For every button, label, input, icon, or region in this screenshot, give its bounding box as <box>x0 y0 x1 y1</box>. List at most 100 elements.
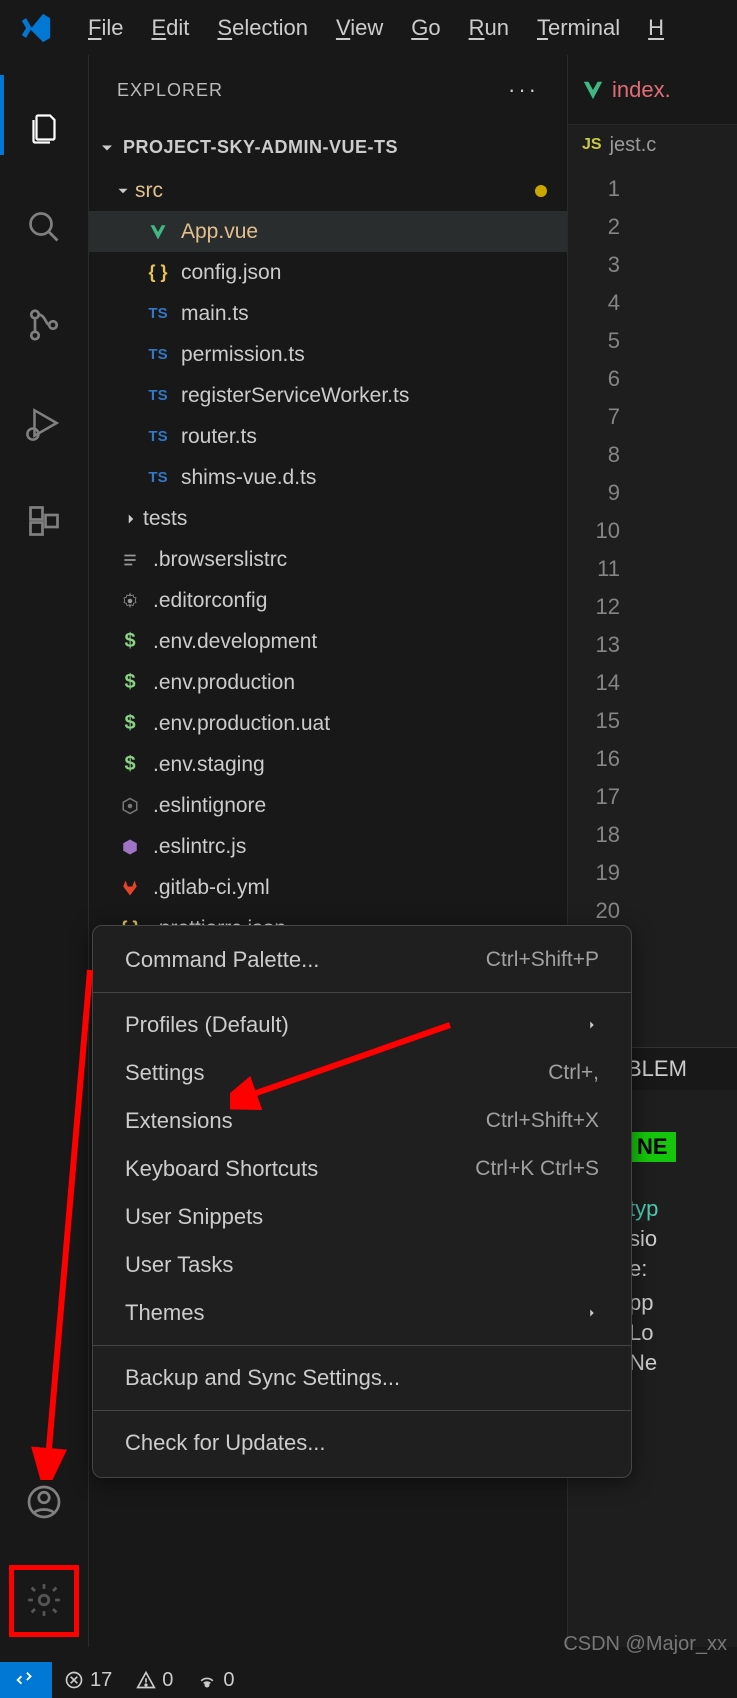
status-errors[interactable]: 17 <box>52 1669 124 1692</box>
file-item[interactable]: .eslintrc.js <box>89 826 567 867</box>
line-number: 18 <box>568 816 638 854</box>
menu-item[interactable]: Themes <box>93 1289 631 1337</box>
menu-item[interactable]: Check for Updates... <box>93 1419 631 1467</box>
breadcrumb-file: jest.c <box>610 134 657 157</box>
gitlab-icon <box>119 879 141 897</box>
terminal-panel: BLEM NE typsioe:ppLoNe <box>617 1047 737 1587</box>
breadcrumb[interactable]: JS jest.c <box>568 125 737 165</box>
editor-tabs: index. <box>568 55 737 125</box>
editor-tab[interactable]: index. <box>582 77 671 103</box>
menu-separator <box>93 1345 631 1346</box>
file-item[interactable]: TSmain.ts <box>89 293 567 334</box>
menubar-item[interactable]: Go <box>397 9 454 47</box>
line-number: 10 <box>568 512 638 550</box>
status-ports[interactable]: 0 <box>185 1669 246 1692</box>
menu-item[interactable]: Profiles (Default) <box>93 1001 631 1049</box>
line-number: 11 <box>568 550 638 588</box>
warning-count: 0 <box>162 1669 173 1692</box>
menu-label: Check for Updates... <box>125 1430 326 1456</box>
project-name: PROJECT-SKY-ADMIN-VUE-TS <box>123 137 398 158</box>
menubar-item[interactable]: Selection <box>203 9 322 47</box>
menubar-item[interactable]: Terminal <box>523 9 634 47</box>
menubar-item[interactable]: Run <box>455 9 523 47</box>
menu-label: Profiles (Default) <box>125 1012 289 1038</box>
menubar-item[interactable]: H <box>634 9 678 47</box>
sidebar-more-icon[interactable]: ··· <box>508 77 539 103</box>
file-item[interactable]: App.vue <box>89 211 567 252</box>
menubar-item[interactable]: Edit <box>137 9 203 47</box>
menu-shortcut: Ctrl+Shift+X <box>486 1109 599 1133</box>
menu-item[interactable]: Backup and Sync Settings... <box>93 1354 631 1402</box>
file-item[interactable]: $.env.production.uat <box>89 703 567 744</box>
remote-indicator-icon[interactable] <box>0 1662 52 1698</box>
line-number: 8 <box>568 436 638 474</box>
file-item[interactable]: $ .env.production <box>89 662 567 703</box>
menu-item[interactable]: SettingsCtrl+, <box>93 1049 631 1097</box>
hex-icon <box>119 838 141 856</box>
file-item[interactable]: $.env.staging <box>89 744 567 785</box>
terminal-line: sio <box>617 1224 737 1254</box>
menu-item[interactable]: Keyboard ShortcutsCtrl+K Ctrl+S <box>93 1145 631 1193</box>
file-label: .eslintrc.js <box>153 835 246 859</box>
search-icon[interactable] <box>25 208 63 246</box>
file-item[interactable]: { }config.json <box>89 252 567 293</box>
dollar-icon: $ <box>119 630 141 653</box>
dollar-icon: $ <box>119 671 141 694</box>
file-item[interactable]: TSrouter.ts <box>89 416 567 457</box>
menubar-item[interactable]: File <box>74 9 137 47</box>
run-debug-icon[interactable] <box>25 404 63 442</box>
file-label: .env.development <box>153 630 317 654</box>
file-item[interactable]: TSregisterServiceWorker.ts <box>89 375 567 416</box>
menu-separator <box>93 992 631 993</box>
accounts-icon[interactable] <box>25 1483 63 1521</box>
menu-shortcut: Ctrl+, <box>548 1061 599 1085</box>
menu-item[interactable]: User Snippets <box>93 1193 631 1241</box>
explorer-icon[interactable] <box>25 110 63 148</box>
activity-bar <box>0 55 88 1647</box>
file-item[interactable]: $ .env.development <box>89 621 567 662</box>
chevron-down-icon <box>111 182 135 200</box>
status-warnings[interactable]: 0 <box>124 1669 185 1692</box>
file-item[interactable]: TS permission.ts <box>89 334 567 375</box>
line-number: 7 <box>568 398 638 436</box>
ts-icon: TS <box>147 346 169 363</box>
status-bar: 17 0 0 <box>0 1662 737 1698</box>
menu-item[interactable]: Extensions Ctrl+Shift+X <box>93 1097 631 1145</box>
file-item[interactable]: .editorconfig <box>89 580 567 621</box>
terminal-tab[interactable]: BLEM <box>617 1048 737 1090</box>
file-item[interactable]: TSshims-vue.d.ts <box>89 457 567 498</box>
vue-icon <box>147 223 169 241</box>
file-label: permission.ts <box>181 343 305 367</box>
project-folder-header[interactable]: PROJECT-SKY-ADMIN-VUE-TS <box>89 125 567 170</box>
menu-label: Themes <box>125 1300 204 1326</box>
file-item[interactable]: .browserslistrc <box>89 539 567 580</box>
menu-label: Backup and Sync Settings... <box>125 1365 400 1391</box>
vscode-logo-icon <box>16 8 56 48</box>
folder-src[interactable]: src <box>89 170 567 211</box>
ts-icon: TS <box>147 469 169 486</box>
line-number: 4 <box>568 284 638 322</box>
line-number-gutter: 1234567891011121314151617181920212223 <box>568 170 638 1044</box>
file-item[interactable]: .eslintignore <box>89 785 567 826</box>
line-number: 3 <box>568 246 638 284</box>
line-number: 9 <box>568 474 638 512</box>
file-label: .env.production.uat <box>153 712 330 736</box>
folder-item[interactable]: tests <box>89 498 567 539</box>
line-number: 19 <box>568 854 638 892</box>
line-number: 1 <box>568 170 638 208</box>
line-number: 5 <box>568 322 638 360</box>
terminal-line: Ne <box>617 1348 737 1378</box>
menu-separator <box>93 1410 631 1411</box>
terminal-line: e: <box>617 1254 737 1284</box>
menu-item[interactable]: Command Palette...Ctrl+Shift+P <box>93 936 631 984</box>
menu-label: Extensions <box>125 1108 233 1134</box>
line-number: 2 <box>568 208 638 246</box>
file-label: .env.production <box>153 671 295 695</box>
menu-item[interactable]: User Tasks <box>93 1241 631 1289</box>
menu-label: User Tasks <box>125 1252 233 1278</box>
source-control-icon[interactable] <box>25 306 63 344</box>
line-number: 17 <box>568 778 638 816</box>
file-item[interactable]: .gitlab-ci.yml <box>89 867 567 908</box>
extensions-icon[interactable] <box>25 502 63 540</box>
menubar-item[interactable]: View <box>322 9 397 47</box>
